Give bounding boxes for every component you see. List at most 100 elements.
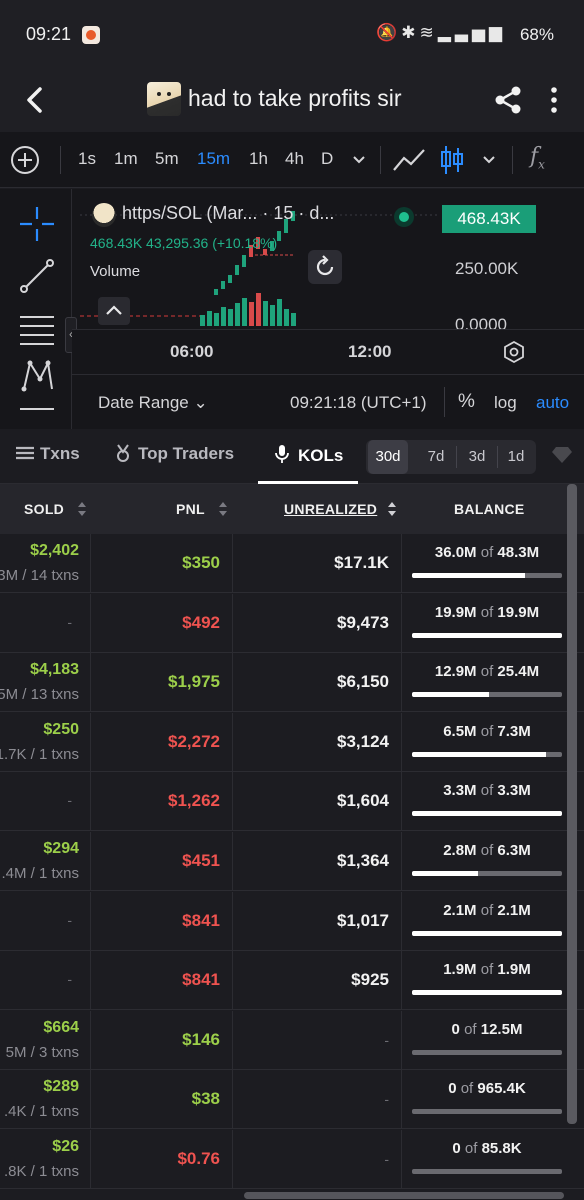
table-row[interactable]: $294 .4M / 1 txns $451 $1,364 2.8M of 6.3M: [0, 832, 584, 891]
sold-value: $289: [43, 1078, 79, 1096]
balance-progress-fill: [412, 871, 478, 876]
period-selector: 30d 7d 3d 1d: [366, 440, 536, 474]
balance-of-word: of: [480, 901, 494, 919]
table-row[interactable]: $289 .4K / 1 txns $38 - 0 of 965.4K: [0, 1070, 584, 1130]
timeframe-1m[interactable]: 1m: [114, 149, 138, 169]
balance-total: 3.3M: [497, 782, 531, 800]
more-options-button[interactable]: [544, 84, 564, 116]
table-row[interactable]: $2,402 3M / 14 txns $350 $17.1K 36.0M of 48.…: [0, 534, 584, 593]
timeframe-1h[interactable]: 1h: [249, 149, 268, 169]
balance-held: 2.8M: [443, 842, 477, 859]
cell-divider: [401, 832, 402, 891]
column-header-sold[interactable]: SOLD: [24, 501, 64, 517]
cell-divider: [232, 1070, 233, 1130]
sold-value: $4,183: [30, 661, 79, 679]
pnl-value: $1,262: [168, 791, 220, 811]
candlestick-icon[interactable]: [440, 144, 464, 176]
line-chart-icon[interactable]: [392, 146, 426, 174]
cell-divider: [232, 1130, 233, 1189]
unrealized-value: $925: [351, 970, 389, 990]
chevron-down-icon[interactable]: [350, 150, 368, 168]
unrealized-value: -: [384, 1031, 389, 1048]
sold-value: -: [67, 971, 72, 988]
date-range-dropdown[interactable]: Date Range ⌄: [98, 393, 208, 413]
table-row[interactable]: - $492 $9,473 19.9M of 19.9M: [0, 593, 584, 653]
horizontal-scrollbar[interactable]: [244, 1192, 564, 1199]
live-indicator-icon: [394, 207, 414, 227]
balance-progress-bar: [412, 1049, 562, 1055]
volume-bars: [200, 293, 296, 326]
pnl-value: $146: [182, 1029, 220, 1049]
table-row[interactable]: - $841 $925 1.9M of 1.9M: [0, 951, 584, 1011]
sold-value: -: [67, 911, 72, 928]
sort-icon[interactable]: [76, 499, 88, 519]
crosshair-icon[interactable]: [18, 205, 56, 243]
sold-value: $2,402: [30, 542, 79, 559]
timeframe-4h[interactable]: 4h: [285, 149, 304, 169]
table-row[interactable]: $250 1.7K / 1 txns $2,272 $3,124 6.5M of 7.3…: [0, 712, 584, 772]
column-header-unrealized[interactable]: UNREALIZED: [284, 501, 377, 517]
token-avatar: [147, 82, 181, 116]
period-3d[interactable]: 3d: [457, 440, 497, 474]
auto-scale-toggle[interactable]: auto: [536, 393, 569, 413]
collapse-panel-button[interactable]: [98, 297, 130, 325]
app-header: had to take profits sir: [0, 68, 584, 132]
percent-scale-toggle[interactable]: %: [458, 391, 475, 413]
timeframe-1s[interactable]: 1s: [78, 149, 96, 169]
sort-icon[interactable]: [386, 499, 398, 519]
period-7d[interactable]: 7d: [416, 440, 456, 474]
share-button[interactable]: [492, 84, 524, 116]
balance-progress-bar: [412, 990, 562, 996]
balance-total: 19.9M: [497, 603, 540, 621]
footer-divider: [444, 387, 445, 417]
chevron-down-icon[interactable]: [480, 150, 498, 168]
tab-txns[interactable]: Txns: [16, 444, 80, 464]
date-range-label: Date Range: [98, 393, 189, 412]
tab-txns-label: Txns: [40, 444, 80, 463]
table-row[interactable]: $26 .8K / 1 txns $0.76 - 0 of 85.8K: [0, 1130, 584, 1189]
log-scale-toggle[interactable]: log: [494, 393, 517, 413]
table-row[interactable]: $4,183 5M / 13 txns $1,975 $6,150 12.9M of 2…: [0, 653, 584, 713]
tab-top-traders[interactable]: Top Traders: [114, 444, 234, 464]
pattern-tool-icon[interactable]: [18, 357, 56, 395]
vertical-scrollbar[interactable]: [567, 484, 577, 1124]
table-row[interactable]: - $1,262 $1,604 3.3M of 3.3M: [0, 772, 584, 832]
back-button[interactable]: [18, 82, 54, 118]
diamond-icon[interactable]: [552, 446, 572, 464]
add-indicator-button[interactable]: [11, 146, 39, 174]
timeframe-d[interactable]: D: [321, 149, 333, 169]
balance-text: 6.5M of 7.3M: [412, 723, 562, 740]
balance-progress-fill: [412, 990, 562, 996]
period-30d[interactable]: 30d: [368, 440, 408, 474]
tab-kols[interactable]: KOLs: [274, 444, 343, 466]
cell-divider: [401, 772, 402, 832]
sold-value: -: [67, 792, 72, 809]
trend-line-icon[interactable]: [18, 257, 56, 295]
timeframe-5m[interactable]: 5m: [155, 149, 179, 169]
column-header-pnl[interactable]: PNL: [176, 501, 205, 517]
cell-divider: [401, 951, 402, 1011]
column-header-balance[interactable]: BALANCE: [454, 501, 525, 517]
table-row[interactable]: $664 5M / 3 txns $146 - 0 of 12.5M: [0, 1010, 584, 1070]
timeframe-15m[interactable]: 15m: [197, 149, 230, 169]
table-row[interactable]: - $841 $1,017 2.1M of 2.1M: [0, 891, 584, 951]
balance-progress-bar: [412, 930, 562, 936]
balance-progress-bar: [412, 573, 562, 578]
ruler-icon[interactable]: [18, 403, 56, 423]
tab-kols-label: KOLs: [298, 446, 344, 465]
toolbar-divider: [512, 146, 513, 174]
unrealized-value: $17.1K: [334, 553, 389, 572]
reset-chart-button[interactable]: [308, 250, 342, 284]
cell-divider: [401, 1070, 402, 1130]
fx-indicators-icon[interactable]: fx: [530, 144, 545, 171]
cell-divider: [232, 832, 233, 891]
sort-icon[interactable]: [217, 499, 229, 519]
toolbar-divider: [380, 146, 381, 174]
microphone-icon: [275, 445, 289, 463]
settings-hex-icon[interactable]: [502, 340, 526, 364]
fib-levels-icon[interactable]: [18, 309, 56, 347]
period-1d[interactable]: 1d: [496, 440, 536, 474]
unrealized-value: -: [384, 1091, 389, 1108]
notification-app-icon: [82, 26, 100, 44]
balance-progress-bar: [412, 692, 562, 698]
